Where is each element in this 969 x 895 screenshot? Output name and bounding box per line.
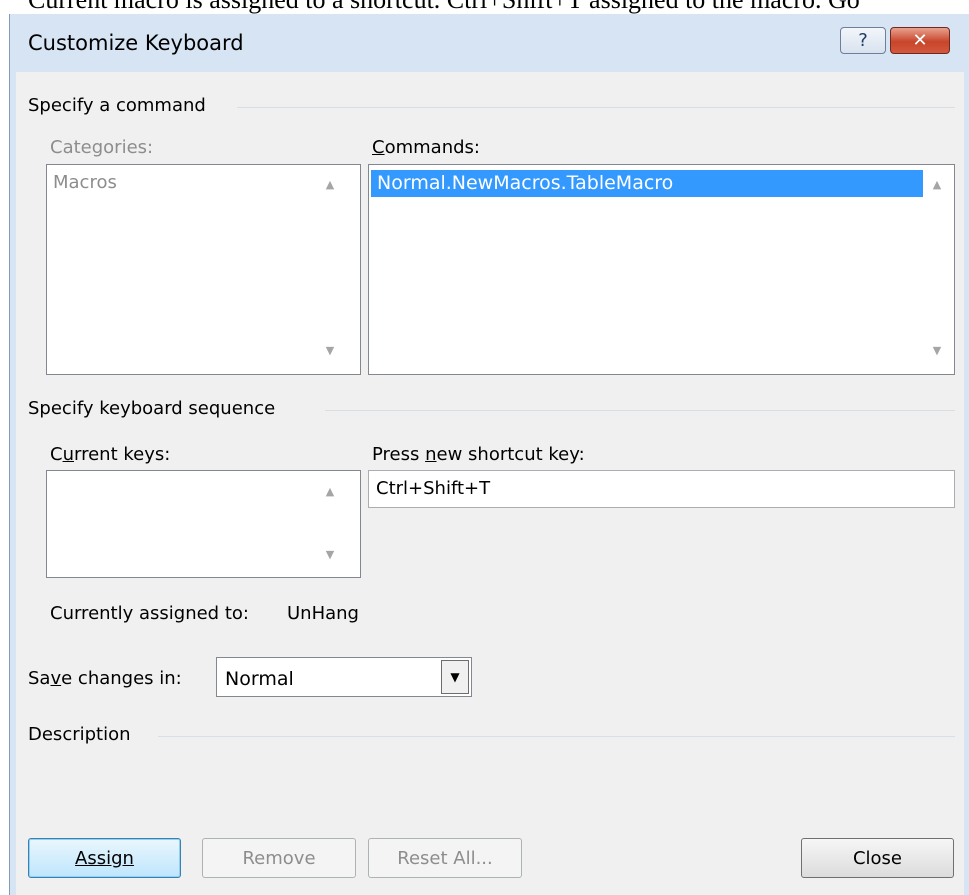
remove-button-label: Remove	[242, 847, 316, 869]
title-bar[interactable]: Customize Keyboard ? ✕	[10, 14, 969, 72]
scroll-up-icon[interactable]: ▲	[323, 178, 337, 191]
group-divider	[237, 107, 955, 108]
currently-assigned-label: Currently assigned to:	[50, 603, 249, 624]
current-keys-listbox[interactable]: ▲ ▼	[46, 470, 361, 578]
categories-listbox[interactable]: Macros ▲ ▼	[46, 164, 361, 375]
save-changes-value: Normal	[225, 668, 294, 690]
help-button[interactable]: ?	[840, 27, 886, 54]
specify-command-group-title: Specify a command	[28, 95, 206, 116]
current-keys-label: Current keys:	[50, 444, 171, 465]
close-button[interactable]: Close	[801, 838, 954, 878]
description-group-title: Description	[28, 724, 131, 745]
list-item[interactable]: Normal.NewMacros.TableMacro	[371, 170, 923, 197]
group-divider	[158, 736, 955, 737]
commands-listbox[interactable]: Normal.NewMacros.TableMacro ▲ ▼	[368, 164, 955, 375]
scroll-down-icon[interactable]: ▼	[323, 344, 337, 357]
save-changes-label: Save changes in:	[28, 668, 182, 689]
dropdown-arrow-icon[interactable]: ▼	[441, 660, 469, 694]
close-button-label: Close	[852, 847, 903, 869]
new-shortcut-label: Press new shortcut key:	[372, 444, 585, 465]
scroll-up-icon[interactable]: ▲	[930, 178, 944, 191]
reset-all-button[interactable]: Reset All...	[368, 838, 522, 878]
close-icon: ✕	[912, 30, 928, 51]
reset-all-button-label: Reset All...	[397, 847, 493, 869]
keyboard-sequence-group-title: Specify keyboard sequence	[28, 398, 276, 419]
remove-button[interactable]: Remove	[202, 838, 356, 878]
scroll-down-icon[interactable]: ▼	[323, 548, 337, 561]
assign-button-label: Assign	[75, 847, 134, 869]
categories-label: Categories:	[50, 137, 154, 158]
currently-assigned-value: UnHang	[287, 603, 359, 624]
help-icon: ?	[858, 30, 868, 51]
window-close-button[interactable]: ✕	[890, 27, 950, 54]
scroll-up-icon[interactable]: ▲	[323, 485, 337, 498]
save-changes-combobox[interactable]: Normal ▼	[216, 657, 472, 697]
dialog-client-area: Specify a command Categories: Macros ▲ ▼…	[16, 72, 964, 895]
dialog-title: Customize Keyboard	[28, 31, 244, 55]
new-shortcut-input[interactable]: Ctrl+Shift+T	[368, 470, 955, 508]
assign-button[interactable]: Assign	[28, 838, 181, 878]
list-item[interactable]: Macros	[47, 169, 307, 196]
commands-label: Commands:	[372, 137, 480, 158]
group-divider	[325, 410, 955, 411]
customize-keyboard-dialog: Customize Keyboard ? ✕ Specify a command…	[9, 14, 969, 895]
background-document-text: Current macro is assigned to a shortcut.…	[28, 0, 969, 14]
scroll-down-icon[interactable]: ▼	[930, 344, 944, 357]
